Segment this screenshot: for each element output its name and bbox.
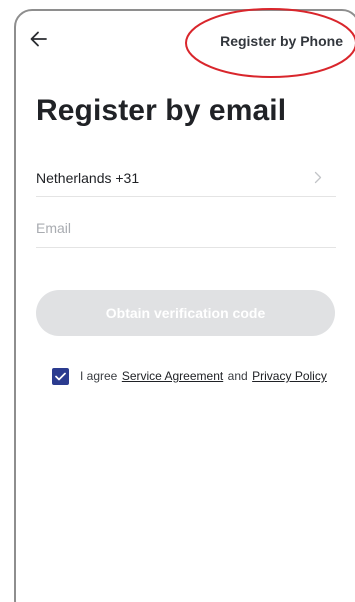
register-screen: Register by Phone Register by email Neth…: [0, 0, 355, 602]
chevron-right-icon: [314, 171, 322, 189]
email-field-row: [36, 210, 336, 248]
agree-prefix: I agree: [80, 369, 118, 383]
checkmark-icon: [55, 372, 66, 380]
agree-conjunction: and: [227, 369, 248, 383]
agree-checkbox[interactable]: [52, 367, 69, 385]
arrow-left-icon: [30, 31, 47, 47]
country-selector[interactable]: Netherlands +31: [36, 157, 336, 197]
email-input[interactable]: [36, 220, 326, 236]
page-title: Register by email: [36, 94, 287, 127]
country-label: Netherlands +31: [36, 170, 140, 186]
register-by-phone-link[interactable]: Register by Phone: [220, 33, 343, 49]
agreement-row: I agree Service Agreement and Privacy Po…: [52, 366, 327, 386]
privacy-policy-link[interactable]: Privacy Policy: [252, 369, 327, 383]
service-agreement-link[interactable]: Service Agreement: [122, 369, 223, 383]
back-button[interactable]: [28, 28, 50, 50]
obtain-verification-code-button[interactable]: Obtain verification code: [36, 290, 335, 336]
